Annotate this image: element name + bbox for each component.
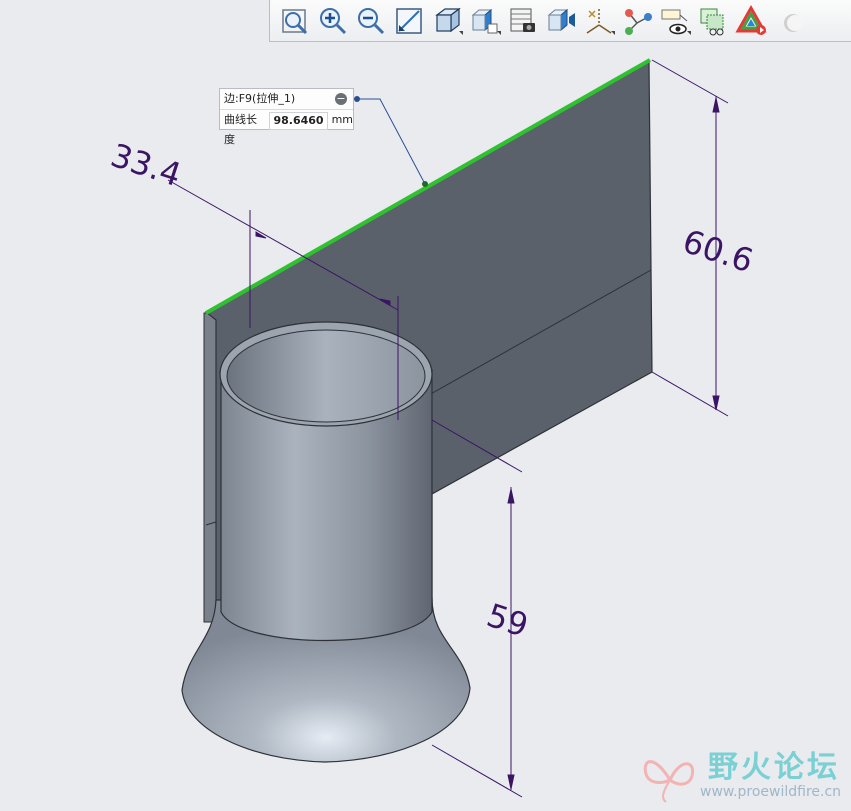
butterfly-logo-icon <box>643 760 695 803</box>
callout-header: 边:F9(拉伸_1) − <box>220 89 353 110</box>
refit-button[interactable] <box>276 3 314 39</box>
coordinate-system-button[interactable] <box>618 3 656 39</box>
display-style-button[interactable] <box>428 3 466 39</box>
repaint-icon <box>396 7 422 34</box>
callout-leader-line <box>355 98 426 185</box>
annotation-display-button[interactable] <box>656 3 694 39</box>
view-manager-icon <box>510 8 535 32</box>
watermark-title: 野火论坛 <box>708 750 840 785</box>
section-view-icon <box>547 8 575 31</box>
appearance-gallery-button[interactable] <box>732 3 770 39</box>
cylinder-inner-hole <box>226 329 426 423</box>
section-view-button[interactable] <box>542 3 580 39</box>
toolbar-overflow-icon <box>784 13 803 32</box>
coordinate-system-icon <box>625 8 652 35</box>
collapse-icon[interactable]: − <box>335 93 347 105</box>
appearance-gallery-icon <box>735 4 767 35</box>
forum-watermark: 野火论坛 www.proewildfire.cn <box>640 740 845 806</box>
callout-anchor <box>354 96 360 102</box>
length-label: 曲线长度 <box>224 113 257 146</box>
zoom-in-button[interactable] <box>314 3 352 39</box>
length-unit: mm <box>331 113 353 126</box>
view-manager-button[interactable] <box>504 3 542 39</box>
length-value: 98.6460 <box>269 112 328 130</box>
model-viewport[interactable] <box>0 0 851 811</box>
plate-side-face <box>203 312 217 623</box>
layer-button[interactable] <box>694 3 732 39</box>
callout-value-row: 曲线长度 98.6460 mm <box>220 110 353 146</box>
edge-label: 边:F9(拉伸_1) <box>224 92 296 105</box>
repaint-button[interactable] <box>390 3 428 39</box>
layer-icon <box>700 8 724 35</box>
refit-icon <box>282 8 308 34</box>
zoom-in-icon <box>320 7 347 34</box>
view-toolbar <box>269 0 851 42</box>
measure-callout[interactable]: 边:F9(拉伸_1) − 曲线长度 98.6460 mm <box>219 88 354 146</box>
datum-display-button[interactable] <box>580 3 618 39</box>
zoom-out-button[interactable] <box>352 3 390 39</box>
zoom-out-icon <box>358 7 385 34</box>
toolbar-overflow-button[interactable] <box>770 3 808 39</box>
watermark-url: www.proewildfire.cn <box>700 784 842 800</box>
saved-orientations-button[interactable] <box>466 3 504 39</box>
